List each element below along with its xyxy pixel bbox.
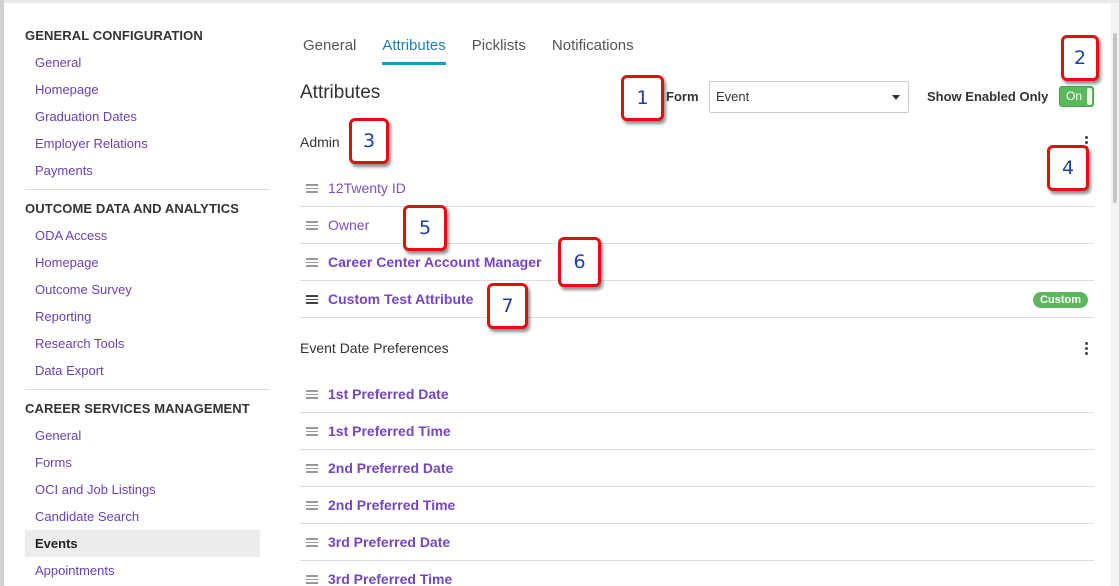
sidebar-item-reporting[interactable]: Reporting	[25, 303, 270, 330]
sidebar-item-forms[interactable]: Forms	[25, 449, 270, 476]
tab-general[interactable]: General	[303, 33, 356, 65]
attribute-link[interactable]: Custom Test Attribute	[328, 281, 473, 317]
sidebar-section-title: CAREER SERVICES MANAGEMENT	[25, 401, 250, 416]
sidebar-item-oci-job-listings[interactable]: OCI and Job Listings	[25, 476, 270, 503]
callout-6: 6	[558, 237, 601, 287]
main-content: General Attributes Picklists Notificatio…	[299, 3, 1099, 586]
sidebar-item-appointments[interactable]: Appointments	[25, 557, 270, 584]
drag-handle-icon[interactable]	[306, 575, 318, 584]
sidebar-item-oda-homepage[interactable]: Homepage	[25, 249, 270, 276]
drag-handle-icon[interactable]	[306, 538, 318, 547]
callout-3: 3	[349, 118, 389, 164]
callout-7: 7	[487, 283, 528, 329]
drag-handle-icon[interactable]	[306, 501, 318, 510]
form-select[interactable]: Event	[709, 81, 909, 113]
drag-handle-icon[interactable]	[306, 295, 318, 304]
attribute-link[interactable]: 2nd Preferred Time	[328, 487, 455, 523]
attribute-row: Custom Test Attribute Custom	[300, 281, 1094, 318]
vertical-scrollbar[interactable]	[1111, 3, 1119, 586]
drag-handle-icon[interactable]	[306, 464, 318, 473]
attribute-link[interactable]: 1st Preferred Date	[328, 376, 449, 412]
attribute-link[interactable]: 1st Preferred Time	[328, 413, 451, 449]
tab-picklists[interactable]: Picklists	[472, 33, 526, 65]
drag-handle-icon[interactable]	[306, 184, 318, 193]
sidebar-item-data-export[interactable]: Data Export	[25, 357, 270, 384]
attribute-link[interactable]: 3rd Preferred Time	[328, 561, 452, 586]
sidebar-item-research-tools[interactable]: Research Tools	[25, 330, 270, 357]
attribute-row: 3rd Preferred Time	[300, 561, 1094, 586]
sidebar-item-payments[interactable]: Payments	[25, 157, 270, 184]
sidebar-section-title: OUTCOME DATA AND ANALYTICS	[25, 201, 239, 216]
show-enabled-toggle[interactable]: On	[1059, 86, 1094, 107]
drag-handle-icon[interactable]	[306, 258, 318, 267]
sidebar-item-events[interactable]: Events	[25, 530, 260, 557]
chevron-down-icon	[892, 95, 900, 100]
sidebar-section-title: GENERAL CONFIGURATION	[25, 28, 203, 43]
settings-sidebar: GENERAL CONFIGURATION General Homepage G…	[4, 3, 274, 586]
attribute-link[interactable]: 3rd Preferred Date	[328, 524, 450, 560]
kebab-menu-icon[interactable]	[1085, 342, 1089, 356]
custom-badge: Custom	[1033, 292, 1088, 308]
sidebar-item-outcome-survey[interactable]: Outcome Survey	[25, 276, 270, 303]
attribute-row: 12Twenty ID	[300, 170, 1094, 207]
attribute-row: 3rd Preferred Date	[300, 524, 1094, 561]
attribute-row: 2nd Preferred Time	[300, 487, 1094, 524]
form-label: Form	[666, 89, 699, 104]
sidebar-item-candidate-search[interactable]: Candidate Search	[25, 503, 270, 530]
show-enabled-label: Show Enabled Only	[927, 89, 1049, 104]
event-date-attribute-list: 1st Preferred Date 1st Preferred Time 2n…	[300, 376, 1094, 586]
sidebar-item-oda-access[interactable]: ODA Access	[25, 222, 270, 249]
sidebar-section-general-configuration: GENERAL CONFIGURATION General Homepage G…	[25, 3, 270, 190]
sidebar-item-homepage[interactable]: Homepage	[25, 76, 270, 103]
attribute-row: 1st Preferred Time	[300, 413, 1094, 450]
tab-notifications[interactable]: Notifications	[552, 33, 634, 65]
tab-attributes[interactable]: Attributes	[382, 33, 446, 65]
tab-bar: General Attributes Picklists Notificatio…	[303, 33, 660, 65]
form-select-value: Event	[716, 89, 750, 104]
sidebar-item-csm-general[interactable]: General	[25, 422, 270, 449]
drag-handle-icon[interactable]	[306, 221, 318, 230]
attribute-row: 2nd Preferred Date	[300, 450, 1094, 487]
attribute-link[interactable]: Owner	[328, 207, 369, 243]
attribute-row: 1st Preferred Date	[300, 376, 1094, 413]
drag-handle-icon[interactable]	[306, 427, 318, 436]
callout-2: 2	[1061, 35, 1099, 81]
sidebar-item-employer-relations[interactable]: Employer Relations	[25, 130, 270, 157]
sidebar-section-outcome-data: OUTCOME DATA AND ANALYTICS ODA Access Ho…	[25, 190, 270, 390]
callout-5: 5	[403, 205, 447, 251]
callout-4: 4	[1047, 145, 1089, 191]
attribute-link[interactable]: 2nd Preferred Date	[328, 450, 453, 486]
attribute-link[interactable]: 12Twenty ID	[328, 170, 406, 206]
group-title-admin: Admin	[300, 134, 340, 150]
callout-1: 1	[621, 75, 664, 121]
scrollbar-thumb[interactable]	[1113, 33, 1117, 203]
sidebar-item-general[interactable]: General	[25, 49, 270, 76]
group-title-event-date-preferences: Event Date Preferences	[300, 340, 449, 356]
page-title: Attributes	[300, 82, 381, 103]
sidebar-item-graduation-dates[interactable]: Graduation Dates	[25, 103, 270, 130]
settings-page: GENERAL CONFIGURATION General Homepage G…	[4, 3, 1119, 586]
sidebar-section-career-services: CAREER SERVICES MANAGEMENT General Forms…	[25, 390, 270, 584]
drag-handle-icon[interactable]	[306, 390, 318, 399]
